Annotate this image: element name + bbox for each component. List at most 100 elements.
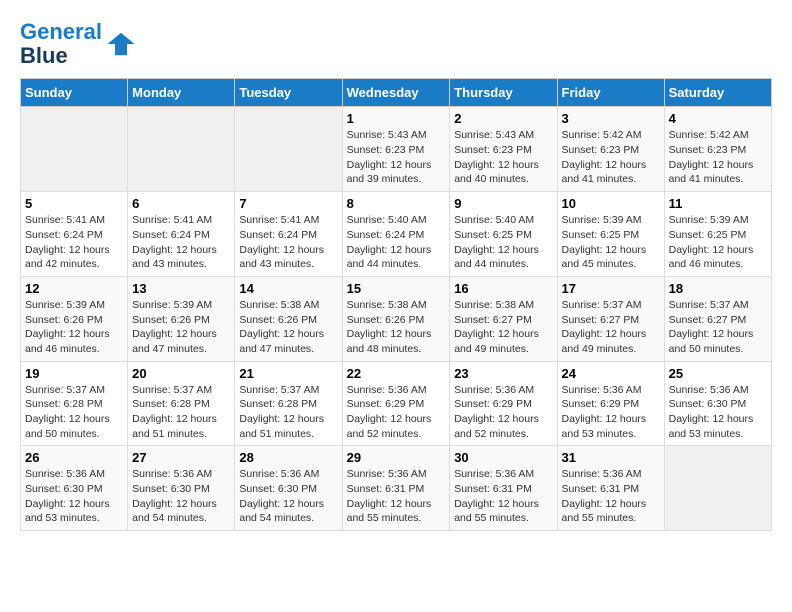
calendar-body: 1 Sunrise: 5:43 AMSunset: 6:23 PMDaylight… bbox=[21, 107, 772, 531]
day-info: Sunrise: 5:38 AMSunset: 6:26 PMDaylight:… bbox=[347, 298, 446, 357]
header-day: Monday bbox=[128, 79, 235, 107]
calendar-day: 30 Sunrise: 5:36 AMSunset: 6:31 PMDayligh… bbox=[450, 446, 557, 531]
day-info: Sunrise: 5:40 AMSunset: 6:24 PMDaylight:… bbox=[347, 213, 446, 272]
calendar-day: 16 Sunrise: 5:38 AMSunset: 6:27 PMDayligh… bbox=[450, 276, 557, 361]
calendar-day: 1 Sunrise: 5:43 AMSunset: 6:23 PMDaylight… bbox=[342, 107, 450, 192]
header-day: Tuesday bbox=[235, 79, 342, 107]
calendar-day: 26 Sunrise: 5:36 AMSunset: 6:30 PMDayligh… bbox=[21, 446, 128, 531]
calendar-day bbox=[235, 107, 342, 192]
calendar-day: 15Sunrise: 5:38 AMSunset: 6:26 PMDayligh… bbox=[342, 276, 450, 361]
calendar-day: 19Sunrise: 5:37 AMSunset: 6:28 PMDayligh… bbox=[21, 361, 128, 446]
calendar-day: 3Sunrise: 5:42 AMSunset: 6:23 PMDaylight… bbox=[557, 107, 664, 192]
day-info: Sunrise: 5:41 AMSunset: 6:24 PMDaylight:… bbox=[239, 213, 337, 272]
day-info: Sunrise: 5:36 AMSunset: 6:30 PMDaylight:… bbox=[132, 467, 230, 526]
day-info: Sunrise: 5:40 AMSunset: 6:25 PMDaylight:… bbox=[454, 213, 552, 272]
day-number: 17 bbox=[562, 281, 660, 296]
calendar-day: 5Sunrise: 5:41 AMSunset: 6:24 PMDaylight… bbox=[21, 192, 128, 277]
day-number: 25 bbox=[669, 366, 767, 381]
calendar-day: 9 Sunrise: 5:40 AMSunset: 6:25 PMDaylight… bbox=[450, 192, 557, 277]
day-info: Sunrise: 5:37 AMSunset: 6:27 PMDaylight:… bbox=[562, 298, 660, 357]
day-number: 12 bbox=[25, 281, 123, 296]
day-number: 10 bbox=[562, 196, 660, 211]
calendar-day bbox=[128, 107, 235, 192]
day-number: 14 bbox=[239, 281, 337, 296]
day-number: 24 bbox=[562, 366, 660, 381]
header-day: Thursday bbox=[450, 79, 557, 107]
day-info: Sunrise: 5:43 AMSunset: 6:23 PMDaylight:… bbox=[454, 128, 552, 187]
day-number: 29 bbox=[347, 450, 446, 465]
day-info: Sunrise: 5:37 AMSunset: 6:28 PMDaylight:… bbox=[132, 383, 230, 442]
day-info: Sunrise: 5:36 AMSunset: 6:31 PMDaylight:… bbox=[454, 467, 552, 526]
calendar-day: 2 Sunrise: 5:43 AMSunset: 6:23 PMDaylight… bbox=[450, 107, 557, 192]
calendar-day: 21 Sunrise: 5:37 AMSunset: 6:28 PMDayligh… bbox=[235, 361, 342, 446]
calendar-day: 29 Sunrise: 5:36 AMSunset: 6:31 PMDayligh… bbox=[342, 446, 450, 531]
day-info: Sunrise: 5:36 AMSunset: 6:30 PMDaylight:… bbox=[239, 467, 337, 526]
calendar-day bbox=[664, 446, 771, 531]
header-day: Friday bbox=[557, 79, 664, 107]
day-number: 1 bbox=[347, 111, 446, 126]
calendar-day: 11 Sunrise: 5:39 AMSunset: 6:25 PMDayligh… bbox=[664, 192, 771, 277]
calendar-week: 26 Sunrise: 5:36 AMSunset: 6:30 PMDayligh… bbox=[21, 446, 772, 531]
day-info: Sunrise: 5:36 AMSunset: 6:29 PMDaylight:… bbox=[562, 383, 660, 442]
day-info: Sunrise: 5:36 AMSunset: 6:31 PMDaylight:… bbox=[347, 467, 446, 526]
day-info: Sunrise: 5:41 AMSunset: 6:24 PMDaylight:… bbox=[132, 213, 230, 272]
calendar-day: 23Sunrise: 5:36 AMSunset: 6:29 PMDayligh… bbox=[450, 361, 557, 446]
day-number: 20 bbox=[132, 366, 230, 381]
calendar-day: 25 Sunrise: 5:36 AMSunset: 6:30 PMDayligh… bbox=[664, 361, 771, 446]
day-number: 26 bbox=[25, 450, 123, 465]
header-day: Saturday bbox=[664, 79, 771, 107]
day-number: 2 bbox=[454, 111, 552, 126]
calendar-day: 6Sunrise: 5:41 AMSunset: 6:24 PMDaylight… bbox=[128, 192, 235, 277]
day-info: Sunrise: 5:36 AMSunset: 6:30 PMDaylight:… bbox=[669, 383, 767, 442]
logo-text: GeneralBlue bbox=[20, 20, 102, 68]
calendar-table: SundayMondayTuesdayWednesdayThursdayFrid… bbox=[20, 78, 772, 531]
calendar-week: 5Sunrise: 5:41 AMSunset: 6:24 PMDaylight… bbox=[21, 192, 772, 277]
header-day: Wednesday bbox=[342, 79, 450, 107]
day-number: 9 bbox=[454, 196, 552, 211]
day-number: 30 bbox=[454, 450, 552, 465]
day-number: 16 bbox=[454, 281, 552, 296]
calendar-week: 1 Sunrise: 5:43 AMSunset: 6:23 PMDaylight… bbox=[21, 107, 772, 192]
day-number: 13 bbox=[132, 281, 230, 296]
calendar-day: 12Sunrise: 5:39 AMSunset: 6:26 PMDayligh… bbox=[21, 276, 128, 361]
day-number: 7 bbox=[239, 196, 337, 211]
day-info: Sunrise: 5:39 AMSunset: 6:25 PMDaylight:… bbox=[562, 213, 660, 272]
day-info: Sunrise: 5:38 AMSunset: 6:27 PMDaylight:… bbox=[454, 298, 552, 357]
day-number: 8 bbox=[347, 196, 446, 211]
calendar-day: 20 Sunrise: 5:37 AMSunset: 6:28 PMDayligh… bbox=[128, 361, 235, 446]
calendar-week: 12 Sunrise: 5:39 AMSunset: 6:26 PMDayligh… bbox=[21, 276, 772, 361]
page-header: GeneralBlue bbox=[20, 20, 772, 68]
day-info: Sunrise: 5:36 AMSunset: 6:30 PMDaylight:… bbox=[25, 467, 123, 526]
calendar-day: 18Sunrise: 5:37 AMSunset: 6:27 PMDayligh… bbox=[664, 276, 771, 361]
day-info: Sunrise: 5:39 AMSunset: 6:25 PMDaylight:… bbox=[669, 213, 767, 272]
header-day: Sunday bbox=[21, 79, 128, 107]
calendar-header: SundayMondayTuesdayWednesdayThursdayFrid… bbox=[21, 79, 772, 107]
day-number: 11 bbox=[669, 196, 767, 211]
calendar-day: 27 Sunrise: 5:36 AMSunset: 6:30 PMDayligh… bbox=[128, 446, 235, 531]
day-number: 22 bbox=[347, 366, 446, 381]
day-info: Sunrise: 5:36 AMSunset: 6:31 PMDaylight:… bbox=[562, 467, 660, 526]
day-number: 18 bbox=[669, 281, 767, 296]
calendar-day: 17 Sunrise: 5:37 AMSunset: 6:27 PMDayligh… bbox=[557, 276, 664, 361]
calendar-day: 7 Sunrise: 5:41 AMSunset: 6:24 PMDaylight… bbox=[235, 192, 342, 277]
calendar-day: 31 Sunrise: 5:36 AMSunset: 6:31 PMDayligh… bbox=[557, 446, 664, 531]
calendar-week: 19 Sunrise: 5:37 AMSunset: 6:28 PMDayligh… bbox=[21, 361, 772, 446]
day-info: Sunrise: 5:36 AMSunset: 6:29 PMDaylight:… bbox=[454, 383, 552, 442]
day-number: 27 bbox=[132, 450, 230, 465]
day-number: 19 bbox=[25, 366, 123, 381]
logo: GeneralBlue bbox=[20, 20, 136, 68]
calendar-day bbox=[21, 107, 128, 192]
day-number: 21 bbox=[239, 366, 337, 381]
day-info: Sunrise: 5:43 AMSunset: 6:23 PMDaylight:… bbox=[347, 128, 446, 187]
day-number: 31 bbox=[562, 450, 660, 465]
day-info: Sunrise: 5:39 AMSunset: 6:26 PMDaylight:… bbox=[132, 298, 230, 357]
logo-icon bbox=[106, 29, 136, 59]
day-info: Sunrise: 5:42 AMSunset: 6:23 PMDaylight:… bbox=[669, 128, 767, 187]
calendar-day: 8 Sunrise: 5:40 AMSunset: 6:24 PMDaylight… bbox=[342, 192, 450, 277]
day-number: 4 bbox=[669, 111, 767, 126]
day-number: 3 bbox=[562, 111, 660, 126]
calendar-day: 14Sunrise: 5:38 AMSunset: 6:26 PMDayligh… bbox=[235, 276, 342, 361]
calendar-day: 24 Sunrise: 5:36 AMSunset: 6:29 PMDayligh… bbox=[557, 361, 664, 446]
day-info: Sunrise: 5:37 AMSunset: 6:28 PMDaylight:… bbox=[239, 383, 337, 442]
calendar-day: 10 Sunrise: 5:39 AMSunset: 6:25 PMDayligh… bbox=[557, 192, 664, 277]
